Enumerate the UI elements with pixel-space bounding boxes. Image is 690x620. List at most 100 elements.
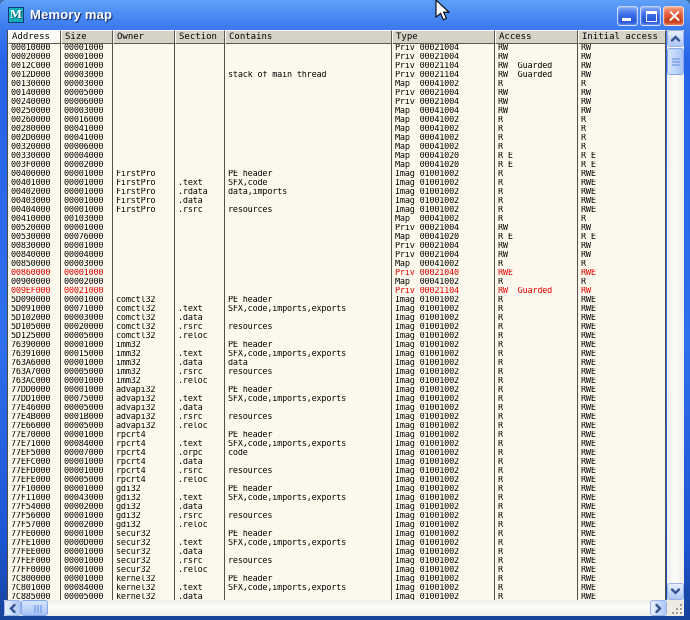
cell-address: 00130000 xyxy=(8,80,61,89)
cell-contains: resources xyxy=(225,467,392,476)
memory-row-77F56000[interactable]: 77F5600000001000gdi32.rsrcresourcesImag … xyxy=(8,512,666,521)
memory-row-00010000[interactable]: 0001000000001000Priv 00021004RWRW xyxy=(8,44,666,53)
memory-row-77DD1000[interactable]: 77DD100000075000advapi32.textSFX,code,im… xyxy=(8,395,666,404)
column-header-type[interactable]: Type xyxy=(392,30,495,44)
cell-type: Imag 01001002 xyxy=(392,557,495,566)
vertical-scrollbar[interactable] xyxy=(667,30,684,600)
memory-row-00520000[interactable]: 0052000000001000Priv 00021004RWRW xyxy=(8,224,666,233)
memory-row-77FEF000[interactable]: 77FEF00000001000secur32.rsrcresourcesIma… xyxy=(8,557,666,566)
memory-row-77DD0000[interactable]: 77DD000000001000advapi32PE headerImag 01… xyxy=(8,386,666,395)
column-header-owner[interactable]: Owner xyxy=(113,30,175,44)
memory-row-5D105000[interactable]: 5D10500000020000comctl32.rsrcresourcesIm… xyxy=(8,323,666,332)
memory-row-00410000[interactable]: 0041000000103000Map 00041002RR xyxy=(8,215,666,224)
cell-size: 0001B000 xyxy=(61,413,113,422)
memory-row-00130000[interactable]: 0013000000003000Map 00041002RR xyxy=(8,80,666,89)
memory-row-77EF5000[interactable]: 77EF500000007000rpcrt4.orpccodeImag 0100… xyxy=(8,449,666,458)
memory-row-77FE0000[interactable]: 77FE000000001000secur32PE headerImag 010… xyxy=(8,530,666,539)
memory-row-00403000[interactable]: 0040300000001000FirstPro.dataImag 010010… xyxy=(8,197,666,206)
cell-initial-access: RW xyxy=(578,107,666,116)
memory-row-77E71000[interactable]: 77E7100000084000rpcrt4.textSFX,code,impo… xyxy=(8,440,666,449)
column-header-section[interactable]: Section xyxy=(175,30,225,44)
memory-row-77FE1000[interactable]: 77FE10000000D000secur32.textSFX,code,imp… xyxy=(8,539,666,548)
memory-row-77F10000[interactable]: 77F1000000001000gdi32PE headerImag 01001… xyxy=(8,485,666,494)
memory-row-77FEE000[interactable]: 77FEE00000001000secur32.dataImag 0100100… xyxy=(8,548,666,557)
cell-type: Imag 01001002 xyxy=(392,179,495,188)
memory-row-77F11000[interactable]: 77F1100000043000gdi32.textSFX,code,impor… xyxy=(8,494,666,503)
memory-row-00320000[interactable]: 0032000000006000Map 00041002RR xyxy=(8,143,666,152)
cell-access: RW xyxy=(495,251,578,260)
memory-row-00404000[interactable]: 0040400000001000FirstPro.rsrcresourcesIm… xyxy=(8,206,666,215)
v-scroll-thumb[interactable] xyxy=(667,48,684,75)
column-header-size[interactable]: Size xyxy=(61,30,113,44)
memory-row-77E66000[interactable]: 77E6600000005000advapi32.relocImag 01001… xyxy=(8,422,666,431)
column-header-contains[interactable]: Contains xyxy=(225,30,392,44)
memory-row-77E4B000[interactable]: 77E4B0000001B000advapi32.rsrcresourcesIm… xyxy=(8,413,666,422)
memory-row-7C885000[interactable]: 7C88500000005000kernel32.dataImag 010010… xyxy=(8,593,666,600)
cell-access: R xyxy=(495,467,578,476)
memory-row-00260000[interactable]: 0026000000016000Map 00041002RR xyxy=(8,116,666,125)
memory-row-0012D000[interactable]: 0012D00000003000stack of main threadPriv… xyxy=(8,71,666,80)
memory-row-00840000[interactable]: 0084000000004000Priv 00021004RWRW xyxy=(8,251,666,260)
memory-row-76390000[interactable]: 7639000000001000imm32PE headerImag 01001… xyxy=(8,341,666,350)
memory-row-00400000[interactable]: 0040000000001000FirstProPE headerImag 01… xyxy=(8,170,666,179)
memory-row-763A6000[interactable]: 763A600000001000imm32.datadataImag 01001… xyxy=(8,359,666,368)
memory-row-5D102000[interactable]: 5D10200000003000comctl32.dataImag 010010… xyxy=(8,314,666,323)
memory-row-00900000[interactable]: 0090000000002000Map 00041002RR xyxy=(8,278,666,287)
horizontal-scrollbar[interactable] xyxy=(4,600,667,616)
memory-row-5D090000[interactable]: 5D09000000001000comctl32PE headerImag 01… xyxy=(8,296,666,305)
memory-row-00020000[interactable]: 0002000000001000Priv 00021004RWRW xyxy=(8,53,666,62)
minimize-button[interactable] xyxy=(617,6,638,26)
memory-row-009EF000[interactable]: 009EF00000021000Priv 00021104RW GuardedR… xyxy=(8,287,666,296)
memory-row-76391000[interactable]: 7639100000015000imm32.textSFX,code,impor… xyxy=(8,350,666,359)
h-scroll-left-button[interactable] xyxy=(4,600,21,616)
maximize-button[interactable] xyxy=(640,6,661,26)
cell-contains: SFX,code,imports,exports xyxy=(225,350,392,359)
memory-row-00280000[interactable]: 0028000000041000Map 00041002RR xyxy=(8,125,666,134)
memory-row-5D091000[interactable]: 5D09100000071000comctl32.textSFX,code,im… xyxy=(8,305,666,314)
resize-grip-icon[interactable] xyxy=(680,612,682,614)
cell-size: 00021000 xyxy=(61,287,113,296)
memory-row-77E46000[interactable]: 77E4600000005000advapi32.dataImag 010010… xyxy=(8,404,666,413)
memory-row-00250000[interactable]: 0025000000003000Map 00041004RWRW xyxy=(8,107,666,116)
memory-row-763A7000[interactable]: 763A700000005000imm32.rsrcresourcesImag … xyxy=(8,368,666,377)
memory-row-7C801000[interactable]: 7C80100000084000kernel32.textSFX,code,im… xyxy=(8,584,666,593)
v-scroll-down-button[interactable] xyxy=(667,583,684,600)
column-header-access[interactable]: Access xyxy=(495,30,578,44)
memory-row-00240000[interactable]: 0024000000006000Priv 00021004RWRW xyxy=(8,98,666,107)
titlebar[interactable]: M Memory map xyxy=(0,0,690,30)
memory-row-77F57000[interactable]: 77F5700000002000gdi32.relocImag 01001002… xyxy=(8,521,666,530)
column-header-address[interactable]: Address xyxy=(8,30,61,44)
cell-contains: code xyxy=(225,449,392,458)
memory-row-763AC000[interactable]: 763AC00000001000imm32.relocImag 01001002… xyxy=(8,377,666,386)
h-scroll-thumb[interactable] xyxy=(21,600,48,616)
memory-row-00850000[interactable]: 0085000000003000Map 00041002RR xyxy=(8,260,666,269)
memory-row-0012C000[interactable]: 0012C00000001000Priv 00021104RW GuardedR… xyxy=(8,62,666,71)
memory-row-77F54000[interactable]: 77F5400000002000gdi32.dataImag 01001002R… xyxy=(8,503,666,512)
memory-row-5D125000[interactable]: 5D12500000005000comctl32.relocImag 01001… xyxy=(8,332,666,341)
memory-row-77E70000[interactable]: 77E7000000001000rpcrt4PE headerImag 0100… xyxy=(8,431,666,440)
memory-row-77EFC000[interactable]: 77EFC00000001000rpcrt4.dataImag 01001002… xyxy=(8,458,666,467)
memory-row-77EFD000[interactable]: 77EFD00000001000rpcrt4.rsrcresourcesImag… xyxy=(8,467,666,476)
memory-row-00830000[interactable]: 0083000000001000Priv 00021004RWRW xyxy=(8,242,666,251)
cell-section xyxy=(175,116,225,125)
memory-row-00330000[interactable]: 0033000000004000Map 00041020R ER E xyxy=(8,152,666,161)
cell-section xyxy=(175,62,225,71)
cell-owner: advapi32 xyxy=(113,422,175,431)
memory-row-00860000[interactable]: 0086000000001000Priv 00021040RWERWE xyxy=(8,269,666,278)
memory-row-003F0000[interactable]: 003F000000002000Map 00041020R ER E xyxy=(8,161,666,170)
memory-row-77EFE000[interactable]: 77EFE00000005000rpcrt4.relocImag 0100100… xyxy=(8,476,666,485)
cell-contains xyxy=(225,44,392,53)
memory-row-00402000[interactable]: 0040200000001000FirstPro.rdatadata,impor… xyxy=(8,188,666,197)
cell-access: R xyxy=(495,143,578,152)
memory-row-00140000[interactable]: 0014000000005000Priv 00021004RWRW xyxy=(8,89,666,98)
memory-row-00401000[interactable]: 0040100000001000FirstPro.textSFX,codeIma… xyxy=(8,179,666,188)
column-header-initial-access[interactable]: Initial access xyxy=(578,30,666,44)
memory-row-00530000[interactable]: 0053000000076000Map 00041020R ER E xyxy=(8,233,666,242)
memory-row-77FF0000[interactable]: 77FF000000001000secur32.relocImag 010010… xyxy=(8,566,666,575)
close-button[interactable] xyxy=(663,6,684,26)
h-scroll-right-button[interactable] xyxy=(650,600,667,616)
cell-owner: rpcrt4 xyxy=(113,440,175,449)
v-scroll-up-button[interactable] xyxy=(667,30,684,47)
memory-row-002D0000[interactable]: 002D000000041000Map 00041002RR xyxy=(8,134,666,143)
memory-row-7C800000[interactable]: 7C80000000001000kernel32PE headerImag 01… xyxy=(8,575,666,584)
